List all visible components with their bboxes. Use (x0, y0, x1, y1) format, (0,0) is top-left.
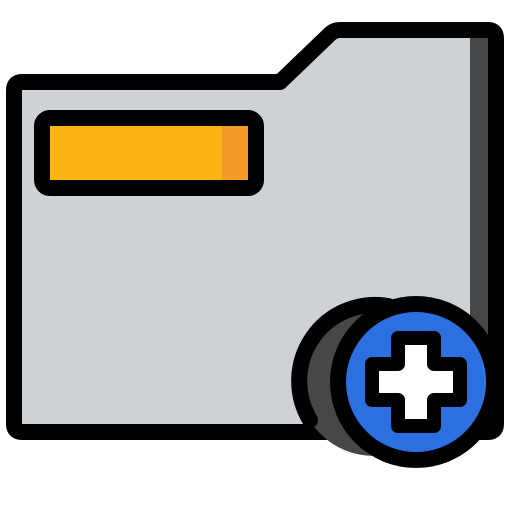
add-folder-icon (0, 0, 512, 512)
add-folder-svg (6, 22, 504, 468)
label-tab (34, 110, 264, 196)
plus-badge-icon (330, 296, 502, 468)
